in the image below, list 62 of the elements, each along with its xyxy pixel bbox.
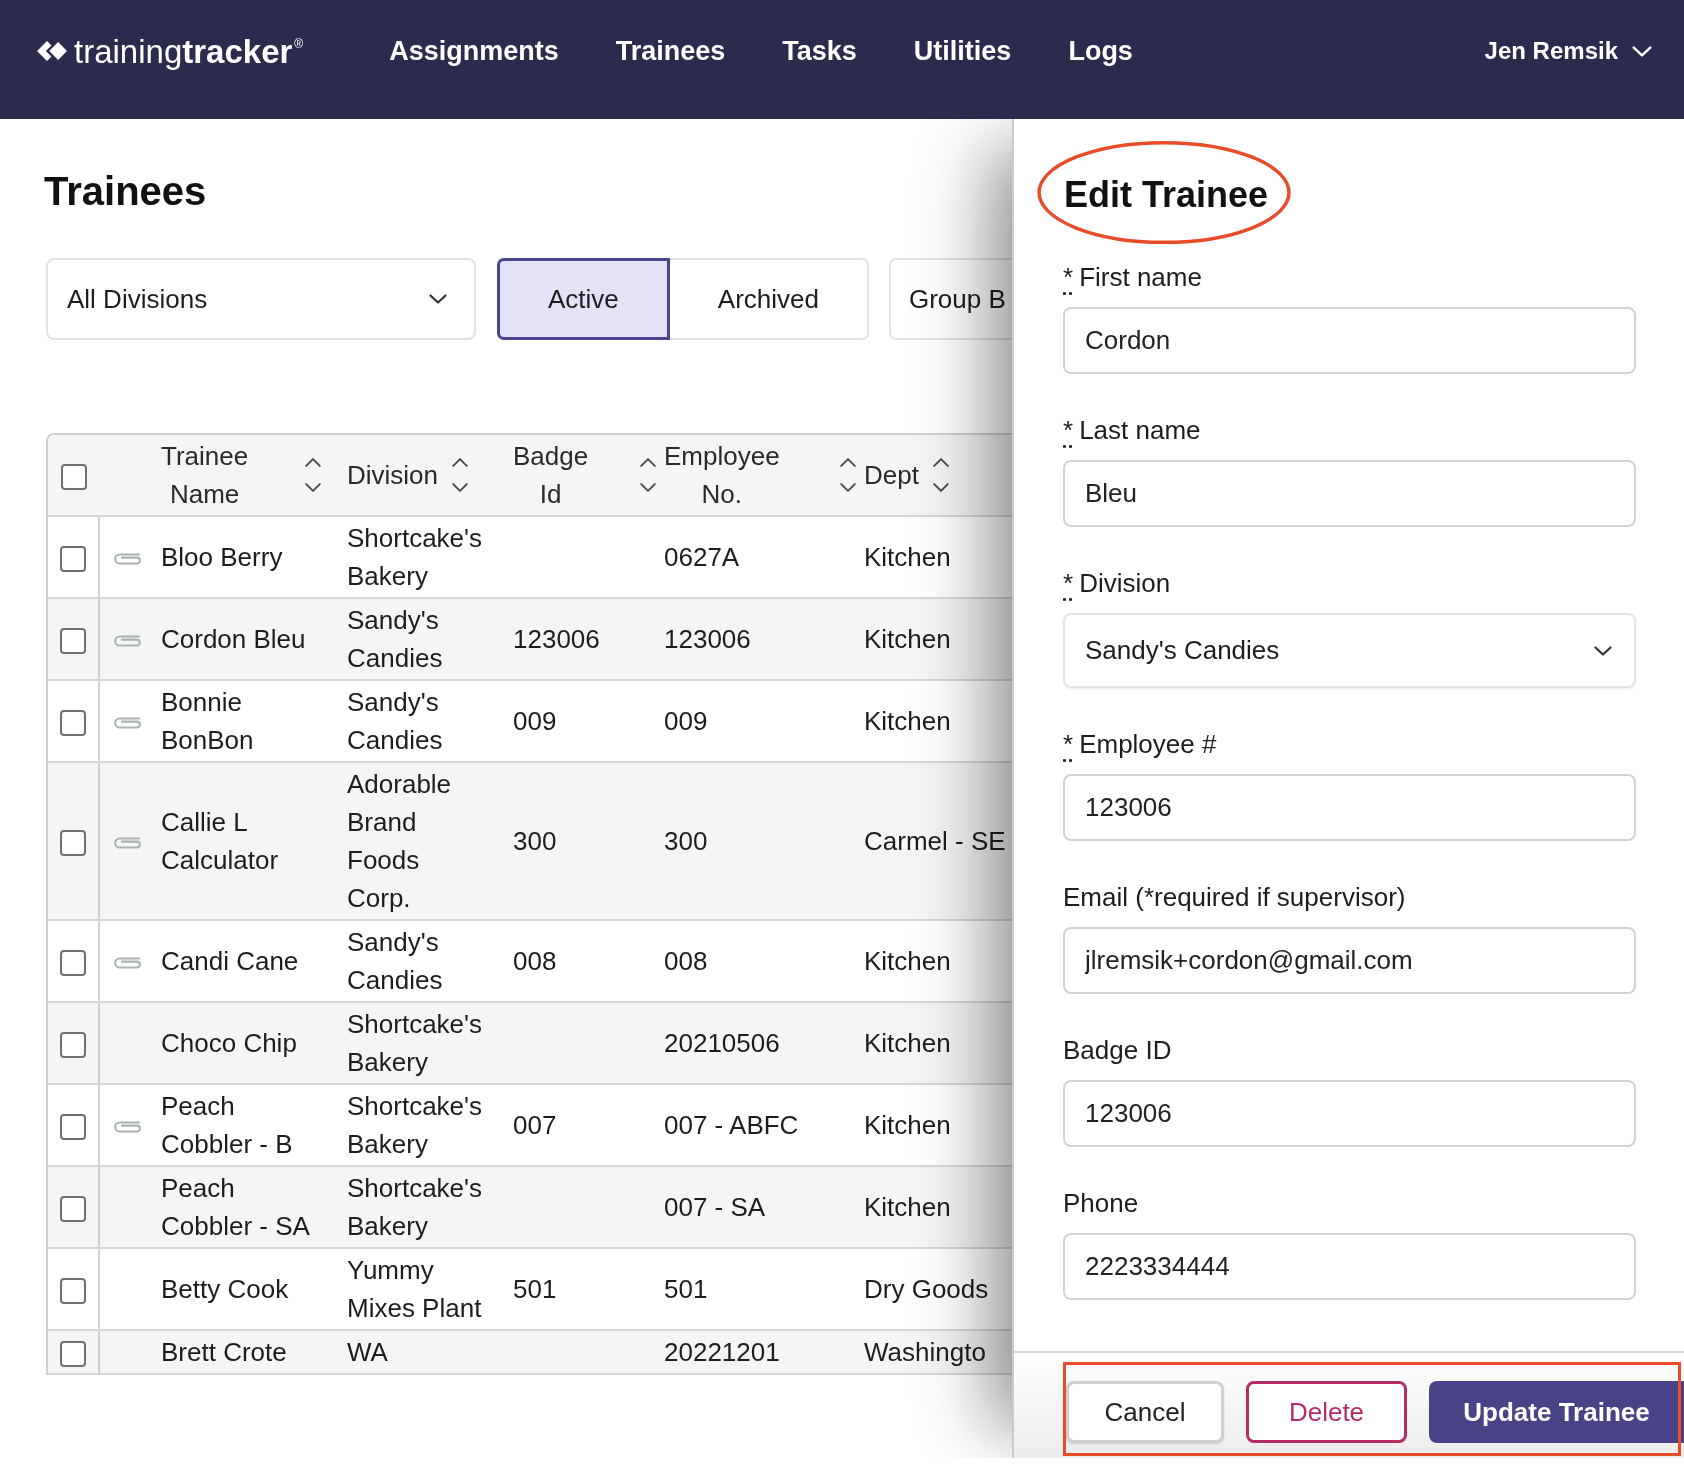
- row-checkbox[interactable]: [60, 950, 86, 977]
- logo[interactable]: trainingtracker$^{®}$: [37, 34, 304, 68]
- table-cell: WA: [343, 1330, 509, 1374]
- toggle-button[interactable]: Active: [497, 258, 670, 340]
- row-checkbox[interactable]: [60, 1341, 86, 1368]
- nav-link[interactable]: Tasks: [782, 34, 857, 68]
- group-button[interactable]: Group B: [888, 258, 1012, 340]
- table-row[interactable]: Bonnie BonBon Sandy's Candies 009 009 Kitchen: [48, 680, 1012, 762]
- input-field[interactable]: Cordon: [1063, 307, 1636, 374]
- nav-link[interactable]: Logs: [1068, 34, 1133, 68]
- field-label: Employee #: [1079, 728, 1217, 761]
- chevron-down-icon: [429, 294, 447, 304]
- user-menu[interactable]: Jen Remsik: [1484, 33, 1652, 69]
- input-field[interactable]: jlremsik+cordon@gmail.com: [1063, 927, 1636, 994]
- nav-link[interactable]: Trainees: [615, 34, 726, 68]
- table-cell: 20221201: [660, 1330, 860, 1374]
- page-title: Trainees: [44, 168, 207, 215]
- table-row[interactable]: Candi Cane Sandy's Candies 008 008 Kitchen: [48, 920, 1012, 1002]
- required-mark: *: [1063, 567, 1074, 600]
- input-field[interactable]: Bleu: [1063, 460, 1636, 527]
- field-label: Division: [1079, 567, 1171, 600]
- field-label: Phone: [1063, 1187, 1139, 1220]
- table-row[interactable]: Bloo Berry Shortcake's Bakery 0627A Kitchen: [48, 516, 1012, 598]
- nav-link[interactable]: Assignments: [389, 34, 559, 68]
- chevron-down-icon: [1632, 45, 1652, 57]
- select-all-checkbox[interactable]: [60, 464, 87, 491]
- chevron-down-icon: [1594, 645, 1612, 656]
- select-field[interactable]: Sandy's Candies: [1063, 613, 1636, 688]
- input-field[interactable]: 123006: [1063, 774, 1636, 841]
- panel-title: Edit Trainee: [1064, 173, 1269, 217]
- field-label: Email (*required if supervisor): [1063, 881, 1406, 914]
- nav-link[interactable]: Utilities: [913, 34, 1012, 68]
- table-row[interactable]: Betty Cook Yummy Mixes Plant 501 501 Dry Goods: [48, 1248, 1012, 1330]
- cancel-button[interactable]: Cancel: [1066, 1381, 1224, 1443]
- required-mark: *: [1063, 414, 1074, 447]
- row-checkbox[interactable]: [60, 546, 86, 573]
- table-row[interactable]: Brett Crote WA 20221201 Washingto: [48, 1330, 1012, 1374]
- row-checkbox[interactable]: [60, 1114, 86, 1141]
- input-field[interactable]: 123006: [1063, 1080, 1636, 1147]
- dropdown-field[interactable]: All Divisions: [46, 258, 476, 340]
- delete-button[interactable]: Delete: [1246, 1381, 1407, 1443]
- row-checkbox[interactable]: [60, 1032, 86, 1059]
- table-row[interactable]: Peach Cobbler - SA Shortcake's Bakery 007 - SA Kitchen: [48, 1166, 1012, 1248]
- row-checkbox[interactable]: [60, 1278, 86, 1305]
- required-mark: *: [1063, 728, 1074, 761]
- required-mark: *: [1063, 261, 1074, 294]
- table-cell: Brett Crote: [157, 1330, 343, 1374]
- input-field[interactable]: 2223334444: [1063, 1233, 1636, 1300]
- row-checkbox[interactable]: [60, 628, 86, 655]
- update-button[interactable]: Update Trainee: [1429, 1381, 1684, 1443]
- row-checkbox[interactable]: [60, 1196, 86, 1223]
- table-row[interactable]: Callie L Calculator Adorable Brand Foods Corp. 300 300 Carmel - SE: [48, 762, 1012, 920]
- row-checkbox[interactable]: [60, 830, 86, 857]
- toggle-button[interactable]: Archived: [669, 258, 869, 340]
- table-row[interactable]: Peach Cobbler - B Shortcake's Bakery 007 007 - ABFC Kitchen: [48, 1084, 1012, 1166]
- field-label: Badge ID: [1063, 1034, 1172, 1067]
- field-label: First name: [1079, 261, 1202, 294]
- logo-icon: [37, 41, 67, 61]
- field-label: Last name: [1079, 414, 1201, 447]
- row-checkbox[interactable]: [60, 710, 86, 737]
- table-row[interactable]: Cordon Bleu Sandy's Candies 123006 123006 Kitchen: [48, 598, 1012, 680]
- table-row[interactable]: Choco Chip Shortcake's Bakery 20210506 Kitchen: [48, 1002, 1012, 1084]
